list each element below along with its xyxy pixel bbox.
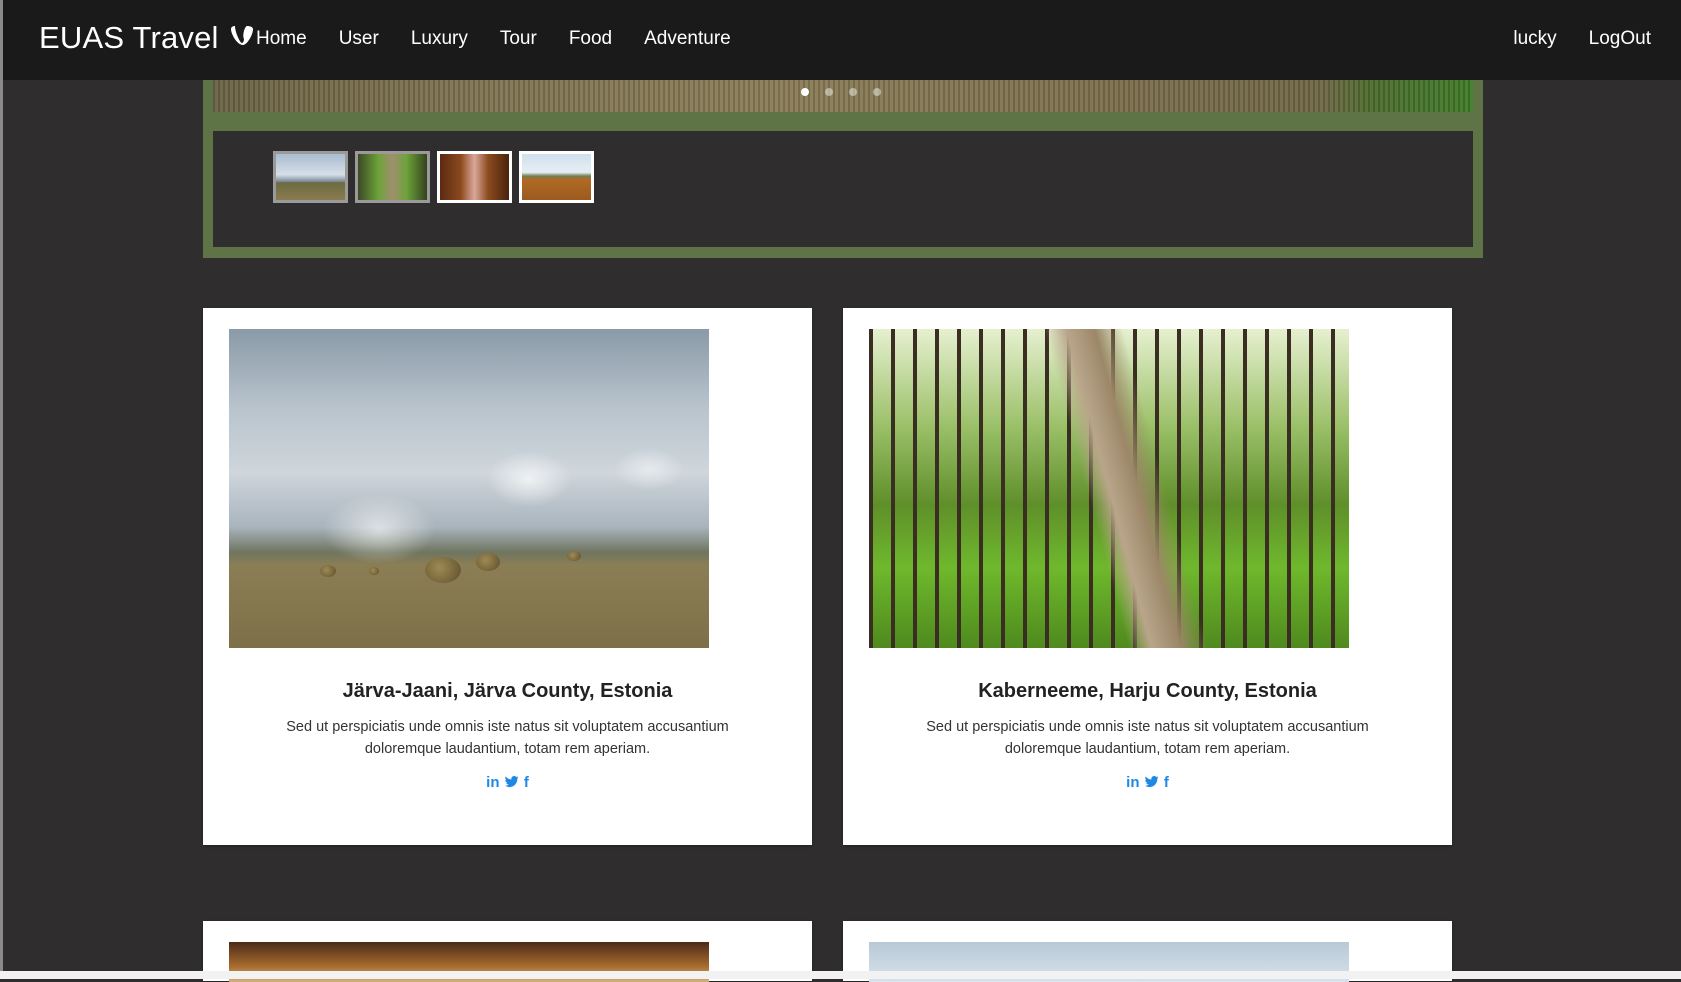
destination-card: Järva-Jaani, Järva County, Estonia Sed u… [203, 308, 812, 845]
forest-path-thumbnail[interactable] [355, 151, 430, 203]
nav-username[interactable]: lucky [1513, 28, 1556, 50]
nav-tour[interactable]: Tour [500, 28, 537, 50]
nav-luxury[interactable]: Luxury [411, 28, 468, 50]
nav-adventure[interactable]: Adventure [644, 28, 731, 50]
nav-logout[interactable]: LogOut [1589, 28, 1651, 50]
twitter-icon[interactable] [504, 776, 519, 788]
autumn-house-thumbnail[interactable] [437, 151, 512, 203]
card-title: Järva-Jaani, Järva County, Estonia [342, 680, 673, 702]
carousel-dot[interactable] [801, 88, 809, 96]
linkedin-icon[interactable]: in [1126, 774, 1139, 791]
carousel-dot[interactable] [849, 88, 857, 96]
carousel-slide-image[interactable] [213, 80, 1473, 112]
bog-boardwalk-thumbnail[interactable] [519, 151, 594, 203]
card-description: Sed ut perspiciatis unde omnis iste natu… [286, 719, 729, 757]
window-bottom-edge [0, 971, 1681, 979]
linkedin-icon[interactable]: in [486, 774, 499, 791]
brand[interactable]: EUAS Travel [39, 20, 255, 56]
user-nav: lucky LogOut [1481, 28, 1651, 50]
destination-card: Kaberneeme, Harju County, Estonia Sed ut… [843, 308, 1452, 845]
carousel-dot[interactable] [825, 88, 833, 96]
window-left-edge [0, 0, 3, 979]
top-navbar: EUAS Travel Home User Luxury Tour Food A… [3, 0, 1681, 80]
social-links: in f [843, 774, 1452, 791]
card-description: Sed ut perspiciatis unde omnis iste natu… [926, 719, 1369, 757]
card-image[interactable] [869, 329, 1349, 648]
field-thumbnail[interactable] [273, 151, 348, 203]
typo3-logo-icon [230, 26, 253, 45]
social-links: in f [203, 774, 812, 791]
facebook-icon[interactable]: f [1164, 774, 1169, 791]
nav-food[interactable]: Food [569, 28, 612, 50]
nav-user[interactable]: User [339, 28, 379, 50]
facebook-icon[interactable]: f [524, 774, 529, 791]
carousel-indicators [801, 88, 881, 96]
main-nav: Home User Luxury Tour Food Adventure [256, 28, 763, 50]
brand-name[interactable]: EUAS Travel [39, 20, 219, 56]
nav-home[interactable]: Home [256, 28, 307, 50]
thumbnail-panel [213, 131, 1473, 247]
image-carousel [203, 72, 1483, 258]
card-title: Kaberneeme, Harju County, Estonia [978, 680, 1317, 702]
card-image[interactable] [229, 329, 709, 648]
twitter-icon[interactable] [1144, 776, 1159, 788]
thumbnail-list [273, 151, 594, 203]
carousel-dot[interactable] [873, 88, 881, 96]
